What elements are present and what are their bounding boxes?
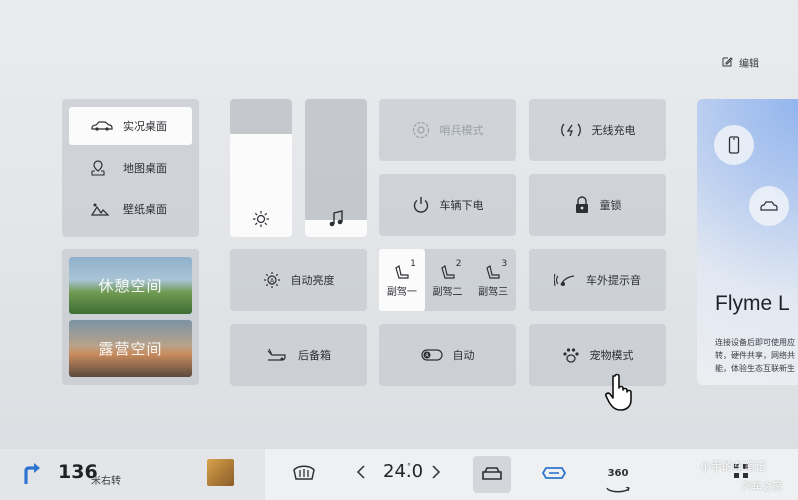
seat-button-1[interactable]: 1 副驾一 — [379, 249, 425, 311]
sentry-icon — [412, 121, 430, 139]
seat-label: 副驾二 — [432, 286, 463, 298]
seat-number: 1 — [410, 258, 416, 269]
car-front-icon — [482, 467, 502, 480]
car-icon[interactable] — [749, 186, 789, 226]
vehicle-power-off-tile[interactable]: 车辆下电 — [379, 174, 516, 236]
sun-icon — [230, 210, 292, 228]
auto-brightness-icon: A — [263, 271, 281, 289]
flyme-description: 连接设备后即可使用应 转，硬件共享，网络共 能，体验生态互联新生 — [715, 338, 795, 373]
seat-number: 2 — [455, 258, 462, 269]
vehicle-control-button[interactable] — [473, 456, 511, 493]
child-lock-tile[interactable]: 童锁 — [529, 174, 666, 236]
temperature-display: 24.0 — [383, 461, 424, 482]
wireless-charging-icon — [560, 122, 582, 138]
tile-label: 宠物模式 — [589, 349, 634, 362]
seat-label: 副驾三 — [478, 286, 509, 298]
temp-increase-button[interactable] — [431, 464, 441, 484]
power-icon — [412, 196, 430, 214]
volume-slider[interactable] — [305, 99, 367, 237]
tile-label: 童锁 — [599, 199, 622, 212]
tile-label: 后备箱 — [298, 349, 331, 362]
brightness-slider[interactable] — [230, 99, 292, 237]
mode-label: 壁纸桌面 — [123, 203, 167, 216]
space-rest-card[interactable]: 休憩空间 — [69, 257, 192, 314]
turn-right-arrow-icon — [22, 461, 42, 489]
seat-button-3[interactable]: 3 副驾三 — [470, 249, 516, 311]
external-speaker-icon — [554, 272, 576, 288]
seat-button-2[interactable]: 2 副驾二 — [425, 249, 471, 311]
svg-text:A: A — [425, 353, 429, 359]
view-360-label: 360 — [607, 468, 629, 479]
seat-number: 3 — [501, 258, 508, 269]
map-pin-icon — [91, 160, 115, 176]
seat-label: 副驾一 — [386, 286, 417, 298]
rotate-arrow-icon — [606, 486, 630, 493]
paw-icon — [562, 346, 580, 364]
space-panel: 休憩空间 露营空间 — [62, 249, 199, 385]
album-art[interactable] — [207, 459, 234, 486]
tile-label: 哨兵模式 — [439, 124, 484, 137]
trunk-icon — [266, 348, 288, 362]
flyme-link-card[interactable]: Flyme L 连接设备后即可使用应 转，硬件共享，网络共 能，体验生态互联新生 — [697, 99, 798, 385]
watermark-line2: 汽车之家 — [742, 482, 782, 493]
music-note-icon — [305, 210, 367, 228]
edit-label: 编辑 — [739, 59, 759, 70]
pointer-hand-icon — [605, 372, 635, 416]
auto-brightness-tile[interactable]: A 自动亮度 — [230, 249, 367, 311]
tile-label: 车外提示音 — [586, 274, 641, 287]
edit-button[interactable]: 编辑 — [722, 55, 759, 70]
wireless-charging-tile[interactable]: 无线充电 — [529, 99, 666, 161]
mode-label: 实况桌面 — [123, 120, 167, 133]
tile-label: 自动 — [452, 349, 475, 362]
pet-mode-tile[interactable]: 宠物模式 — [529, 324, 666, 386]
child-lock-icon — [574, 196, 590, 214]
auto-tile[interactable]: A 自动 — [379, 324, 516, 386]
tile-label: 车辆下电 — [439, 199, 484, 212]
desktop-mode-wallpaper[interactable]: 壁纸桌面 — [69, 190, 192, 228]
tile-label: 自动亮度 — [290, 274, 335, 287]
view-360-button[interactable]: 360 — [604, 461, 632, 499]
watermark-line1: 小手的车笔记 — [700, 460, 766, 473]
car-icon — [91, 120, 115, 132]
connected-car-icon[interactable] — [541, 464, 567, 486]
external-sound-tile[interactable]: 车外提示音 — [529, 249, 666, 311]
defrost-icon[interactable] — [292, 462, 316, 486]
seat-icon: 2 — [440, 259, 462, 283]
desktop-mode-live[interactable]: 实况桌面 — [69, 107, 192, 145]
degree-symbol: ° — [407, 462, 411, 471]
tile-label: 无线充电 — [591, 124, 636, 137]
edit-icon — [722, 56, 733, 70]
mode-label: 地图桌面 — [123, 162, 167, 175]
sentry-mode-tile[interactable]: 哨兵模式 — [379, 99, 516, 161]
passenger-seat-selector: 1 副驾一 2 副驾二 3 副驾三 — [379, 249, 516, 311]
desktop-mode-map[interactable]: 地图桌面 — [69, 149, 192, 187]
seat-icon: 1 — [394, 259, 416, 283]
phone-icon[interactable] — [714, 125, 754, 165]
seat-icon: 3 — [485, 259, 507, 283]
temp-decrease-button[interactable] — [356, 464, 366, 484]
desktop-mode-panel: 实况桌面 地图桌面 壁纸桌面 — [62, 99, 199, 237]
flyme-title: Flyme L — [715, 292, 790, 315]
space-label: 休憩空间 — [98, 277, 163, 295]
toggle-icon: A — [420, 349, 443, 361]
mountain-image-icon — [91, 202, 115, 216]
space-camping-card[interactable]: 露营空间 — [69, 320, 192, 377]
space-label: 露营空间 — [98, 340, 163, 358]
trunk-tile[interactable]: 后备箱 — [230, 324, 367, 386]
turn-instruction: 米右转 — [91, 476, 121, 487]
